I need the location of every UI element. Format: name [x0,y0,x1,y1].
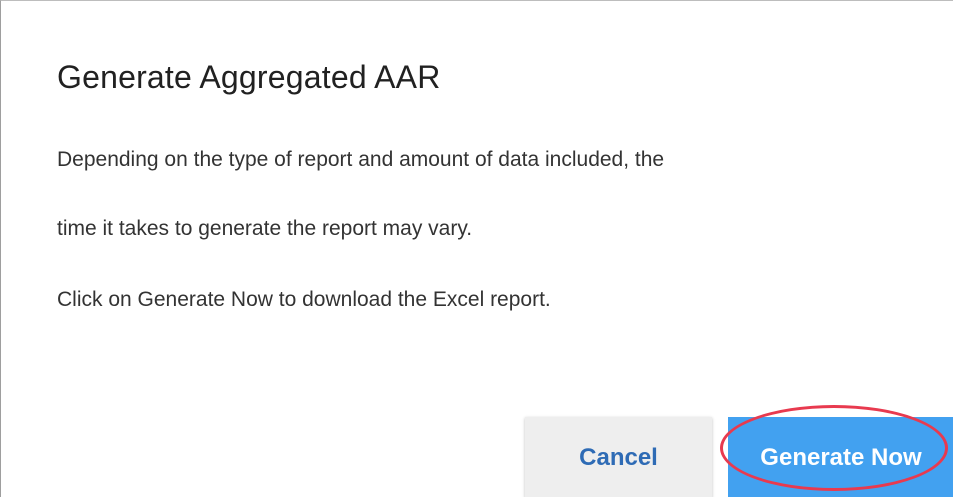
dialog-instruction: Click on Generate Now to download the Ex… [57,288,551,311]
dialog-description-line-2: time it takes to generate the report may… [57,217,473,240]
dialog-description-line-1: Depending on the type of report and amou… [57,148,665,171]
cancel-button[interactable]: Cancel [525,417,712,497]
generate-now-button[interactable]: Generate Now [728,417,953,497]
generate-aar-dialog: Generate Aggregated AAR Depending on the… [0,0,953,497]
dialog-title: Generate Aggregated AAR [57,59,441,95]
